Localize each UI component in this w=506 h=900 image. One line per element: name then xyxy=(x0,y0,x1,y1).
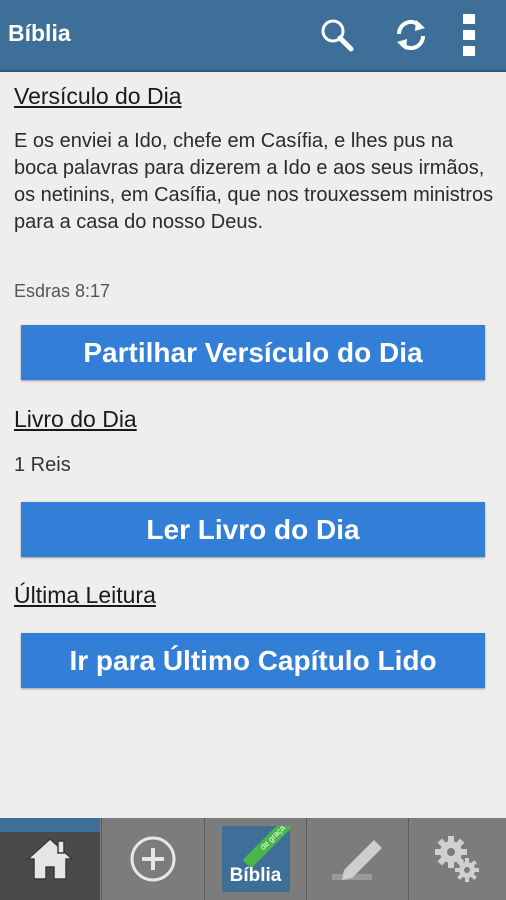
read-book-button[interactable]: Ler Livro do Dia xyxy=(21,502,485,557)
verse-text: E os enviei a Ido, chefe em Casífia, e l… xyxy=(14,130,494,233)
home-icon xyxy=(26,837,74,880)
pen-icon xyxy=(331,840,382,880)
active-tab-indicator xyxy=(0,818,100,832)
last-reading-heading: Última Leitura xyxy=(14,582,156,608)
nav-settings[interactable] xyxy=(408,818,506,900)
nav-bible[interactable]: de graça Bíblia xyxy=(204,818,306,900)
add-icon xyxy=(130,836,176,882)
app-title: Bíblia xyxy=(8,20,71,46)
verse-reference: Esdras 8:17 xyxy=(14,281,111,301)
last-chapter-button[interactable]: Ir para Último Capítulo Lido xyxy=(21,633,485,688)
nav-add[interactable] xyxy=(101,818,204,900)
verse-of-day-heading: Versículo do Dia xyxy=(14,83,182,109)
share-verse-button[interactable]: Partilhar Versículo do Dia xyxy=(21,325,485,380)
book-of-day-heading: Livro do Dia xyxy=(14,406,137,432)
settings-icon xyxy=(435,836,479,882)
bible-logo-icon: de graça Bíblia xyxy=(221,826,290,892)
bible-logo-text: Bíblia xyxy=(229,865,282,886)
overflow-menu-icon[interactable] xyxy=(456,12,482,58)
nav-notes[interactable] xyxy=(306,818,408,900)
book-of-day-name: 1 Reis xyxy=(14,454,71,476)
bible-logo-ribbon: de graça xyxy=(242,826,290,869)
search-icon[interactable] xyxy=(316,12,358,58)
app-bar: Bíblia xyxy=(0,0,506,72)
refresh-icon[interactable] xyxy=(388,12,434,58)
